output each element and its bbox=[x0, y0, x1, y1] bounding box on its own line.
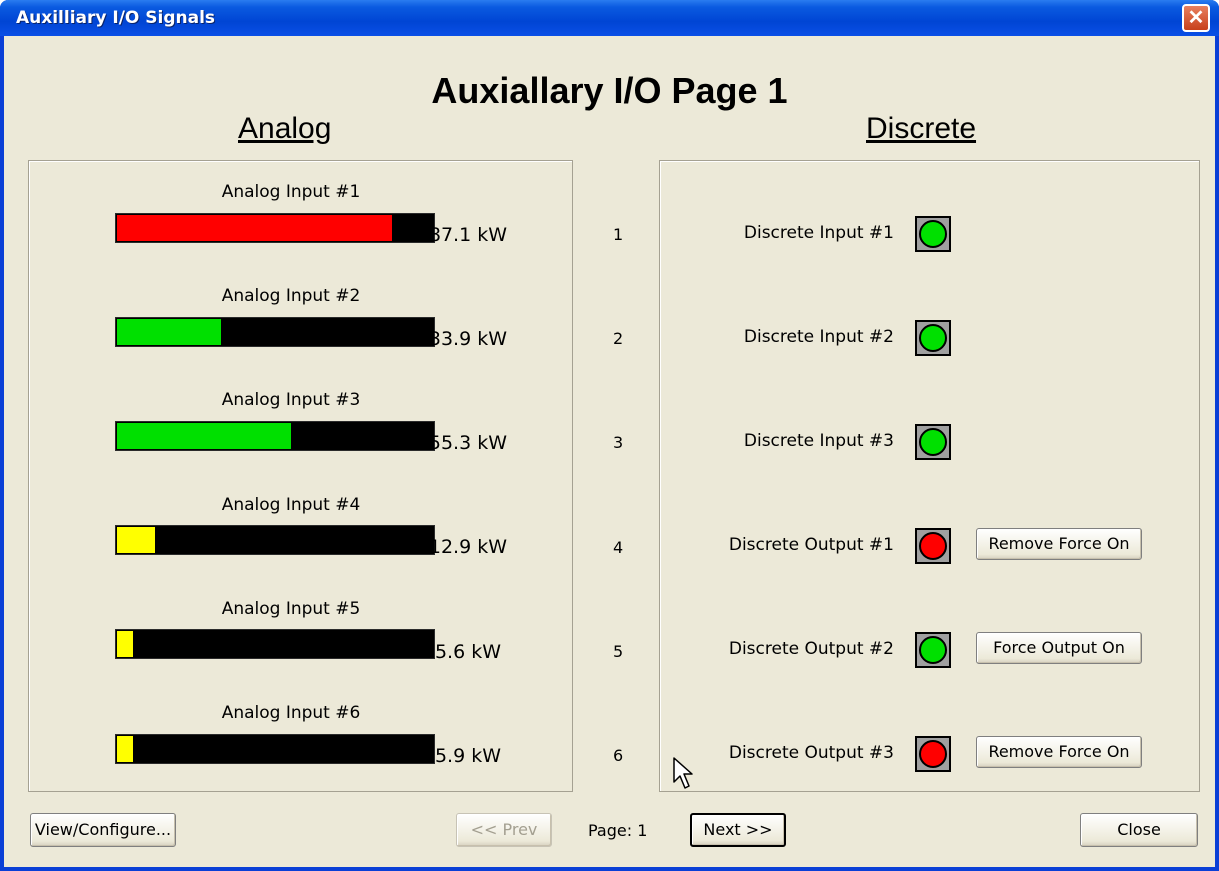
analog-value: 87.1 kW bbox=[428, 224, 507, 246]
analog-input-label: Analog Input #3 bbox=[221, 390, 361, 410]
discrete-label: Discrete Input #2 bbox=[743, 327, 894, 347]
row-number: 1 bbox=[613, 225, 624, 244]
analog-value: 5.9 kW bbox=[434, 745, 501, 767]
next-page-button[interactable]: Next >> bbox=[690, 813, 786, 847]
analog-bar bbox=[115, 213, 435, 243]
close-icon[interactable]: ✕ bbox=[1182, 4, 1210, 32]
status-led bbox=[919, 428, 947, 456]
analog-bar-fill bbox=[117, 215, 393, 241]
remove-force-on-button[interactable]: Remove Force On bbox=[976, 736, 1142, 768]
analog-value: 33.9 kW bbox=[428, 328, 507, 350]
status-led bbox=[919, 324, 947, 352]
discrete-section-title: Discrete bbox=[866, 112, 977, 145]
discrete-label: Discrete Input #1 bbox=[743, 223, 894, 243]
analog-bar bbox=[115, 525, 435, 555]
remove-force-on-button[interactable]: Remove Force On bbox=[976, 528, 1142, 560]
row-number: 2 bbox=[613, 329, 624, 348]
status-led-frame bbox=[915, 528, 951, 564]
discrete-label: Discrete Input #3 bbox=[743, 431, 894, 451]
analog-section-title: Analog bbox=[238, 112, 332, 145]
status-led bbox=[919, 636, 947, 664]
window-title: Auxilliary I/O Signals bbox=[16, 8, 216, 28]
analog-bar-fill bbox=[117, 631, 134, 657]
mouse-cursor-icon bbox=[673, 757, 693, 789]
status-led-frame bbox=[915, 736, 951, 772]
force-output-on-button[interactable]: Force Output On bbox=[976, 632, 1142, 664]
row-number: 5 bbox=[613, 642, 624, 661]
page-title: Auxiallary I/O Page 1 bbox=[431, 70, 788, 111]
row-number: 4 bbox=[613, 538, 624, 557]
status-led-frame bbox=[915, 320, 951, 356]
analog-value: 5.6 kW bbox=[434, 641, 501, 663]
analog-input-label: Analog Input #1 bbox=[221, 182, 361, 202]
analog-value: 12.9 kW bbox=[428, 536, 507, 558]
status-led bbox=[919, 740, 947, 768]
analog-bar bbox=[115, 317, 435, 347]
discrete-label: Discrete Output #1 bbox=[728, 535, 894, 555]
status-led-frame bbox=[915, 632, 951, 668]
analog-input-label: Analog Input #2 bbox=[221, 286, 361, 306]
client-area: Auxiallary I/O Page 1 Analog Discrete An… bbox=[4, 36, 1215, 867]
analog-input-label: Analog Input #6 bbox=[221, 703, 361, 723]
status-led-frame bbox=[915, 216, 951, 252]
analog-bar bbox=[115, 421, 435, 451]
analog-bar-fill bbox=[117, 423, 292, 449]
analog-bar-fill bbox=[117, 527, 156, 553]
analog-bar-fill bbox=[117, 319, 222, 345]
row-number: 6 bbox=[613, 746, 624, 765]
close-button[interactable]: Close bbox=[1080, 813, 1198, 847]
analog-bar bbox=[115, 734, 435, 764]
status-led bbox=[919, 220, 947, 248]
status-led bbox=[919, 532, 947, 560]
discrete-group: Discrete Input #1 Discrete Input #2 Disc… bbox=[659, 160, 1200, 792]
page-indicator: Page: 1 bbox=[588, 821, 648, 840]
analog-input-label: Analog Input #5 bbox=[221, 599, 361, 619]
analog-group: Analog Input #1 87.1 kW Analog Input #2 … bbox=[28, 160, 573, 792]
view-configure-button[interactable]: View/Configure... bbox=[30, 813, 176, 847]
status-led-frame bbox=[915, 424, 951, 460]
title-bar[interactable]: Auxilliary I/O Signals ✕ bbox=[0, 0, 1219, 36]
analog-bar-fill bbox=[117, 736, 134, 762]
analog-bar bbox=[115, 629, 435, 659]
row-number: 3 bbox=[613, 433, 624, 452]
aux-io-window: Auxilliary I/O Signals ✕ Auxiallary I/O … bbox=[0, 0, 1219, 871]
prev-page-button[interactable]: << Prev bbox=[456, 813, 552, 847]
analog-value: 55.3 kW bbox=[428, 432, 507, 454]
analog-input-label: Analog Input #4 bbox=[221, 495, 361, 515]
discrete-label: Discrete Output #2 bbox=[728, 639, 894, 659]
